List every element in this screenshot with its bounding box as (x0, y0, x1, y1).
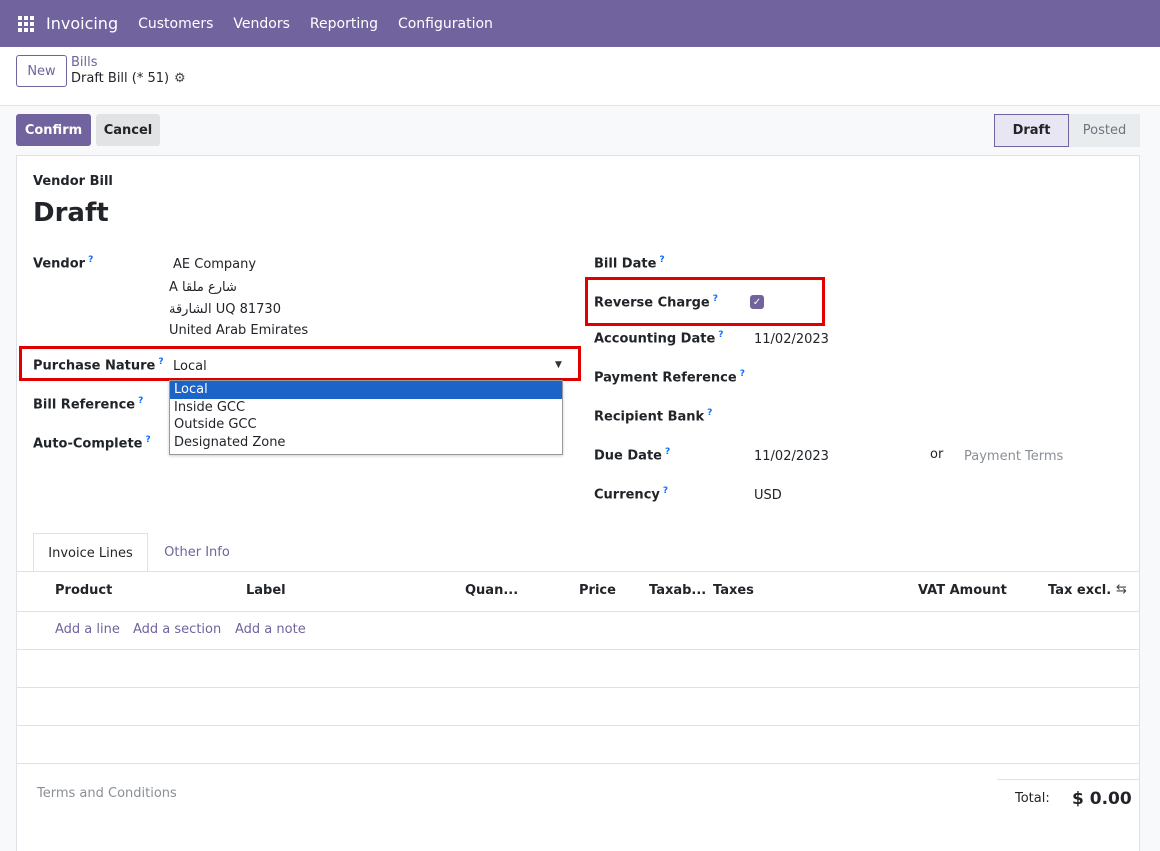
vendor-address-line3: United Arab Emirates (169, 323, 309, 338)
total-amount: $ 0.00 (1072, 789, 1132, 809)
col-taxes[interactable]: Taxes (713, 583, 754, 598)
breadcrumb-current: Draft Bill (* 51) (71, 71, 170, 86)
header-divider (17, 611, 1140, 612)
col-quantity[interactable]: Quan... (465, 583, 518, 598)
due-date-label: Due Date? (594, 447, 671, 464)
payment-terms-input[interactable]: Payment Terms (964, 449, 1063, 464)
option-designated-zone[interactable]: Designated Zone (170, 434, 562, 452)
tab-invoice-lines[interactable]: Invoice Lines (33, 533, 148, 572)
bill-date-label: Bill Date? (594, 255, 665, 272)
auto-complete-label: Auto-Complete? (33, 435, 151, 452)
col-label[interactable]: Label (246, 583, 286, 598)
confirm-button[interactable]: Confirm (16, 114, 91, 146)
status-draft[interactable]: Draft (994, 114, 1069, 147)
option-inside-gcc[interactable]: Inside GCC (170, 399, 562, 417)
vendor-address-line1: A شارع ملقا (169, 280, 237, 295)
row-divider (17, 725, 1140, 726)
col-product[interactable]: Product (55, 583, 112, 598)
vendor-label: Vendor? (33, 255, 94, 272)
or-text: or (930, 447, 944, 462)
highlight-purchase-nature (19, 346, 581, 381)
gear-icon[interactable]: ⚙ (174, 71, 186, 86)
col-vat-amount[interactable]: VAT Amount (918, 583, 1007, 598)
row-divider (17, 763, 1140, 764)
tab-other-info[interactable]: Other Info (148, 533, 246, 572)
highlight-reverse-charge (585, 277, 825, 326)
breadcrumb-bills[interactable]: Bills (71, 55, 98, 70)
top-navbar: Invoicing Customers Vendors Reporting Co… (0, 0, 1160, 47)
accounting-date-input[interactable]: 11/02/2023 (754, 332, 829, 347)
menu-reporting[interactable]: Reporting (310, 16, 378, 32)
menu-customers[interactable]: Customers (138, 16, 213, 32)
bill-reference-label: Bill Reference? (33, 396, 144, 413)
row-divider (17, 649, 1140, 650)
recipient-bank-label: Recipient Bank? (594, 408, 713, 425)
currency-label: Currency? (594, 486, 669, 503)
option-outside-gcc[interactable]: Outside GCC (170, 416, 562, 434)
column-settings-icon[interactable]: ⇆ (1116, 582, 1127, 597)
currency-input[interactable]: USD (754, 488, 782, 503)
vendor-address-line2: الشارقة UQ 81730 (169, 302, 281, 317)
apps-menu-icon[interactable] (18, 15, 34, 32)
menu-vendors[interactable]: Vendors (233, 16, 289, 32)
total-divider (997, 779, 1140, 780)
purchase-nature-dropdown: Local Inside GCC Outside GCC Designated … (169, 380, 563, 455)
total-label: Total: (1015, 791, 1050, 806)
new-button[interactable]: New (16, 55, 67, 87)
col-price[interactable]: Price (579, 583, 616, 598)
cancel-button[interactable]: Cancel (96, 114, 160, 146)
col-taxable[interactable]: Taxab... (649, 583, 706, 598)
table-top-border (17, 571, 1140, 572)
option-local[interactable]: Local (170, 381, 562, 399)
page-title: Draft (33, 198, 109, 228)
menu-configuration[interactable]: Configuration (398, 16, 493, 32)
col-tax-excl[interactable]: Tax excl. (1048, 583, 1111, 598)
row-divider (17, 687, 1140, 688)
payment-reference-label: Payment Reference? (594, 369, 745, 386)
add-section-link[interactable]: Add a section (133, 622, 221, 637)
add-note-link[interactable]: Add a note (235, 622, 306, 637)
terms-conditions-input[interactable]: Terms and Conditions (37, 786, 177, 801)
status-posted[interactable]: Posted (1069, 114, 1140, 147)
due-date-input[interactable]: 11/02/2023 (754, 449, 829, 464)
control-panel: New Bills Draft Bill (* 51) ⚙ (0, 47, 1160, 106)
app-name[interactable]: Invoicing (46, 14, 118, 33)
vendor-name[interactable]: AE Company (173, 257, 256, 272)
accounting-date-label: Accounting Date? (594, 330, 724, 347)
add-line-link[interactable]: Add a line (55, 622, 120, 637)
vendor-bill-type: Vendor Bill (33, 174, 113, 189)
